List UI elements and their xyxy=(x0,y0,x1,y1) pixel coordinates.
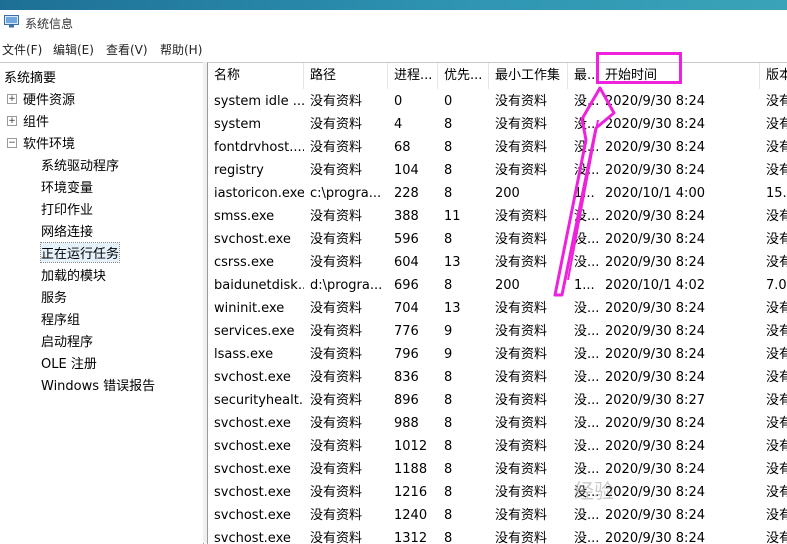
annotation-arrow xyxy=(553,86,616,297)
watermark: 经验 xyxy=(574,479,614,503)
